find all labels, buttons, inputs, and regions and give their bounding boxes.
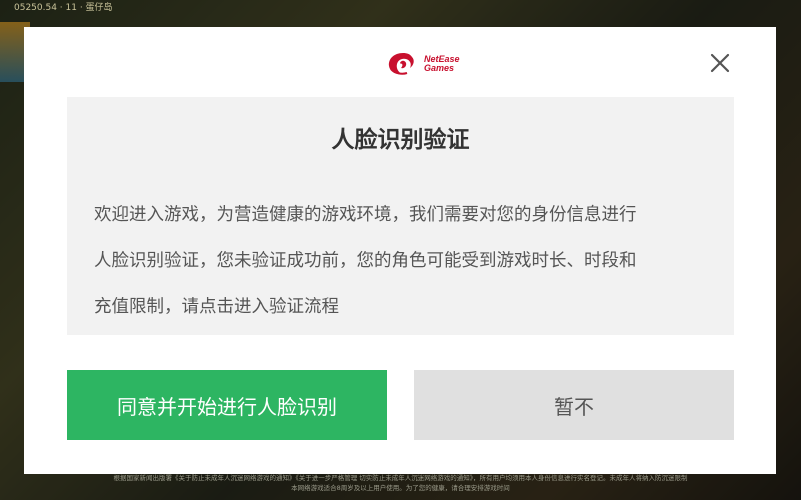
netease-games-logo: NetEase Games bbox=[386, 49, 466, 79]
body-line: 欢迎进入游戏，为营造健康的游戏环境，我们需要对您的身份信息进行 bbox=[94, 205, 637, 225]
agree-start-face-recognition-button[interactable]: 同意并开始进行人脸识别 bbox=[67, 370, 387, 440]
footer-notice-line: 本网络游戏适合8周岁及以上用户使用。为了您的健康，请合理安排游戏时间 bbox=[291, 484, 510, 492]
netease-logo-icon bbox=[388, 53, 414, 75]
content-panel: 人脸识别验证 欢迎进入游戏，为营造健康的游戏环境，我们需要对您的身份信息进行 人… bbox=[67, 97, 734, 335]
not-now-button[interactable]: 暂不 bbox=[414, 370, 734, 440]
footer-notice-line: 根据国家新闻出版署《关于防止未成年人沉迷网络游戏的通知》《关于进一步严格管理 切… bbox=[113, 474, 688, 482]
background-status-text: 05250.54 · 11 · 蛋仔岛 bbox=[14, 3, 113, 13]
dialog-body: 欢迎进入游戏，为营造健康的游戏环境，我们需要对您的身份信息进行 人脸识别验证，您… bbox=[94, 192, 714, 330]
body-line: 人脸识别验证，您未验证成功前，您的角色可能受到游戏时长、时段和 bbox=[94, 251, 637, 271]
background-footer: 根据国家新闻出版署《关于防止未成年人沉迷网络游戏的通知》《关于进一步严格管理 切… bbox=[0, 470, 801, 500]
close-button[interactable] bbox=[708, 51, 732, 75]
body-line: 充值限制，请点击进入验证流程 bbox=[94, 297, 339, 317]
dialog-title: 人脸识别验证 bbox=[331, 127, 470, 153]
face-verification-dialog: NetEase Games 人脸识别验证 欢迎进入游戏，为营造健康的游戏环境，我… bbox=[24, 27, 776, 474]
close-icon bbox=[710, 53, 730, 73]
logo-text-games: Games bbox=[424, 63, 455, 73]
